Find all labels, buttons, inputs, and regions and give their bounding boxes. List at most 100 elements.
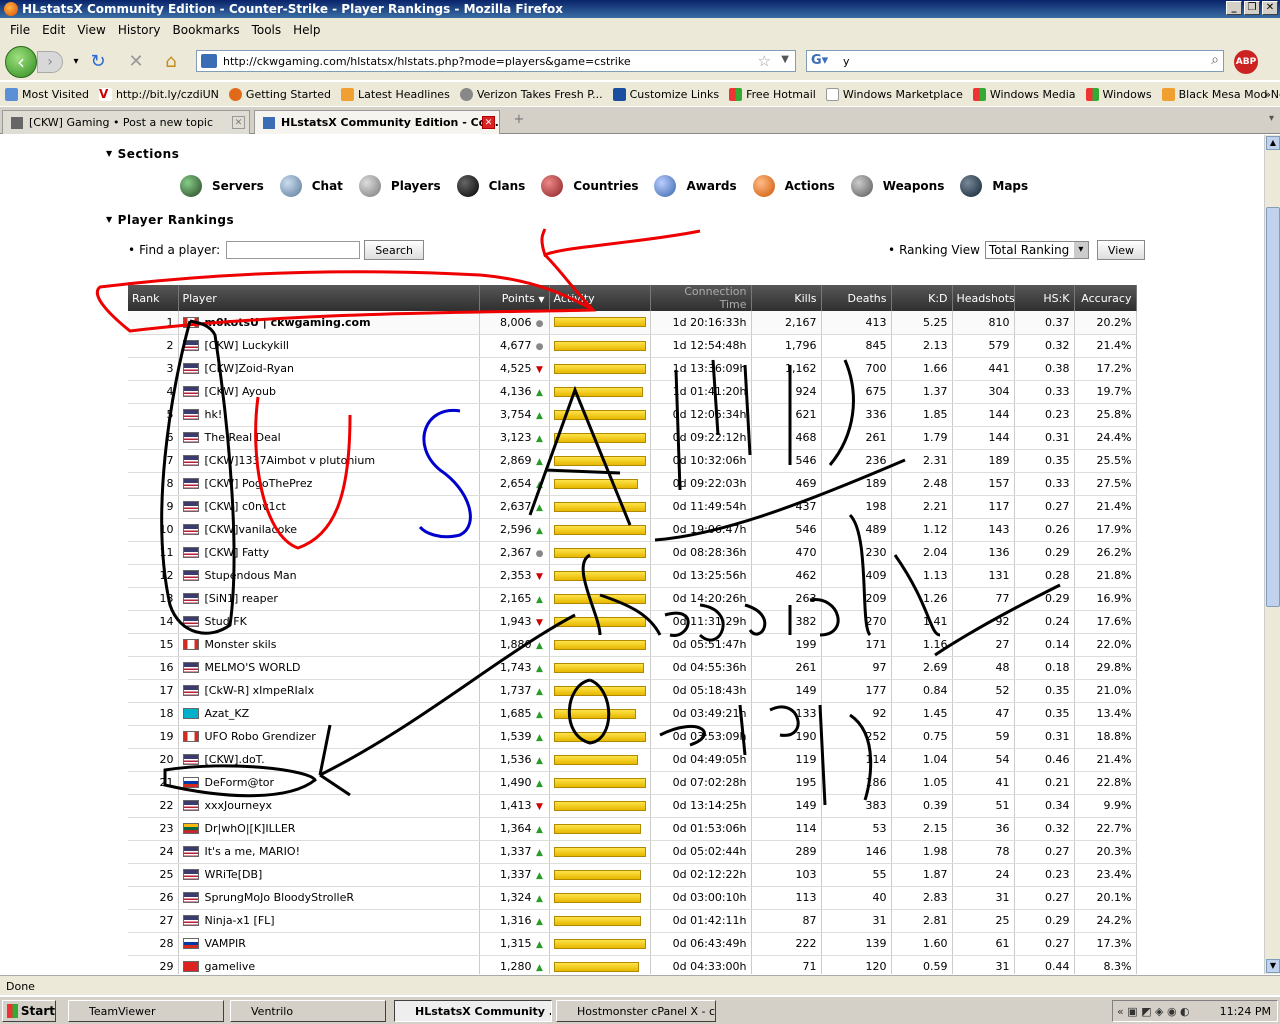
minimize-button[interactable]: _ [1226, 1, 1242, 15]
player-name-link[interactable]: Dr|whO|[K]ILLER [205, 822, 296, 835]
col-player-header[interactable]: Player [178, 285, 480, 311]
stop-icon[interactable]: ✕ [126, 52, 146, 72]
forward-button[interactable]: › [37, 51, 63, 73]
player-name-link[interactable]: WRiTe[DB] [205, 868, 263, 881]
nav-players[interactable]: Players [358, 175, 441, 197]
player-cell[interactable]: [CKW]Zoid-Ryan [178, 357, 480, 381]
nav-chat[interactable]: Chat [279, 175, 343, 197]
tab-list-icon[interactable]: ▾ [1269, 113, 1274, 124]
col-connection-time-header[interactable]: Connection Time [650, 285, 752, 311]
find-player-input[interactable] [226, 241, 361, 259]
menu-history[interactable]: History [112, 23, 167, 37]
menu-view[interactable]: View [71, 23, 111, 37]
col-kills-header[interactable]: Kills [751, 285, 822, 311]
player-name-link[interactable]: gamelive [205, 960, 256, 973]
nav-awards[interactable]: Awards [654, 175, 737, 197]
tab-close-icon[interactable]: ✕ [232, 116, 245, 129]
player-name-link[interactable]: xxxJourneyx [205, 799, 273, 812]
search-bar[interactable]: G▾ y ⌕ [806, 50, 1224, 72]
home-icon[interactable]: ⌂ [161, 52, 181, 72]
bookmark-latest-headlines[interactable]: Latest Headlines [336, 87, 455, 101]
player-rankings-heading[interactable]: Player Rankings [106, 213, 234, 227]
col-activity-header[interactable]: Activity [549, 285, 651, 311]
player-name-link[interactable]: Ninja-x1 [FL] [205, 914, 275, 927]
player-name-link[interactable]: [CKW].doT. [205, 753, 265, 766]
player-cell[interactable]: Azat_KZ [178, 702, 480, 726]
bookmark-star-icon[interactable]: ☆ [758, 52, 771, 70]
player-cell[interactable]: Monster skils [178, 633, 480, 657]
player-name-link[interactable]: [CKW]1337Aimbot v plutonium [205, 454, 376, 467]
start-button[interactable]: Start [2, 999, 56, 1022]
nav-clans[interactable]: Clans [456, 175, 525, 197]
col-rank-header[interactable]: Rank [128, 285, 179, 311]
player-cell[interactable]: xxxJourneyx [178, 794, 480, 818]
bookmark-getting-started[interactable]: Getting Started [224, 87, 336, 101]
player-cell[interactable]: hk! [178, 403, 480, 427]
tab-hlstatsx[interactable]: HLstatsX Community Edition - Co... ✕ [254, 110, 500, 134]
player-name-link[interactable]: Stupendous Man [205, 569, 297, 582]
history-dropdown-icon[interactable]: ▾ [66, 52, 86, 72]
scroll-up-icon[interactable]: ▲ [1266, 136, 1280, 150]
bookmark-bitly[interactable]: Vhttp://bit.ly/czdiUN [94, 87, 224, 101]
taskbar-hostmonster[interactable]: Hostmonster cPanel X - c... [556, 1000, 716, 1022]
player-cell[interactable]: Stupendous Man [178, 564, 480, 588]
player-name-link[interactable]: [CKW] PogoThePrez [205, 477, 313, 490]
player-name-link[interactable]: UFO Robo Grendizer [205, 730, 316, 743]
player-name-link[interactable]: [CKW]Zoid-Ryan [205, 362, 295, 375]
menu-edit[interactable]: Edit [36, 23, 71, 37]
menu-bookmarks[interactable]: Bookmarks [167, 23, 246, 37]
player-cell[interactable]: [CKW] Ayoub [178, 380, 480, 404]
menu-help[interactable]: Help [287, 23, 326, 37]
maximize-button[interactable]: ❐ [1244, 1, 1260, 15]
search-icon[interactable]: ⌕ [1211, 52, 1219, 68]
ranking-view-select[interactable]: Total Ranking [984, 241, 1089, 259]
bookmark-verizon[interactable]: Verizon Takes Fresh P... [455, 87, 608, 101]
player-cell[interactable]: [CKW]vanilacoke [178, 518, 480, 542]
nav-countries[interactable]: Countries [541, 175, 638, 197]
col-points-header[interactable]: Points ▼ [479, 285, 550, 311]
taskbar-hlstatsx[interactable]: HLstatsX Community ... [394, 1000, 552, 1022]
player-name-link[interactable]: [CKW] c0nv1ct [205, 500, 286, 513]
bookmark-windows[interactable]: Windows [1081, 87, 1157, 101]
taskbar-ventrilo[interactable]: Ventrilo [230, 1000, 386, 1022]
bookmark-windows-marketplace[interactable]: Windows Marketplace [821, 87, 968, 101]
player-name-link[interactable]: [CKW] Fatty [205, 546, 270, 559]
player-name-link[interactable]: It's a me, MARIO! [205, 845, 301, 858]
bookmark-customize-links[interactable]: Customize Links [608, 87, 725, 101]
player-name-link[interactable]: [CKW] Ayoub [205, 385, 276, 398]
player-name-link[interactable]: m0kotsU | ckwgaming.com [205, 316, 371, 329]
player-name-link[interactable]: VAMPIR [205, 937, 246, 950]
tab-ckw-post-topic[interactable]: [CKW] Gaming • Post a new topic ✕ [2, 110, 250, 134]
player-name-link[interactable]: [CKW] Luckykill [205, 339, 289, 352]
scroll-down-icon[interactable]: ▼ [1266, 959, 1280, 973]
player-cell[interactable]: m0kotsU | ckwgaming.com [178, 311, 480, 335]
player-name-link[interactable]: The Real Deal [205, 431, 281, 444]
player-cell[interactable]: [CKW]1337Aimbot v plutonium [178, 449, 480, 473]
sections-heading[interactable]: Sections [106, 147, 179, 161]
new-tab-button[interactable]: + [508, 112, 530, 132]
view-button[interactable]: View [1096, 240, 1146, 260]
player-cell[interactable]: [CKW] c0nv1ct [178, 495, 480, 519]
player-name-link[interactable]: SprungMoJo BloodyStrolleR [205, 891, 355, 904]
player-cell[interactable]: WRiTe[DB] [178, 863, 480, 887]
player-name-link[interactable]: DeForm@tor [205, 776, 275, 789]
col-accuracy-header[interactable]: Accuracy [1074, 285, 1137, 311]
player-cell[interactable]: SprungMoJo BloodyStrolleR [178, 886, 480, 910]
player-name-link[interactable]: [CKW]vanilacoke [205, 523, 298, 536]
bookmark-most-visited[interactable]: Most Visited [0, 87, 94, 101]
col-kd-header[interactable]: K:D [891, 285, 953, 311]
close-button[interactable]: ✕ [1262, 1, 1278, 15]
player-name-link[interactable]: [CkW-R] xImpeRIalx [205, 684, 315, 697]
player-cell[interactable]: UFO Robo Grendizer [178, 725, 480, 749]
bookmark-windows-media[interactable]: Windows Media [968, 87, 1081, 101]
player-cell[interactable]: [CkW-R] xImpeRIalx [178, 679, 480, 703]
player-cell[interactable]: [CKW] Luckykill [178, 334, 480, 358]
col-deaths-header[interactable]: Deaths [821, 285, 892, 311]
bookmark-free-hotmail[interactable]: Free Hotmail [724, 87, 821, 101]
player-name-link[interactable]: Azat_KZ [205, 707, 250, 720]
player-name-link[interactable]: [SiN1] reaper [205, 592, 278, 605]
player-cell[interactable]: DeForm@tor [178, 771, 480, 795]
menu-file[interactable]: File [4, 23, 36, 37]
tab-close-icon[interactable]: ✕ [482, 116, 495, 129]
back-button[interactable]: ‹ [5, 46, 37, 78]
